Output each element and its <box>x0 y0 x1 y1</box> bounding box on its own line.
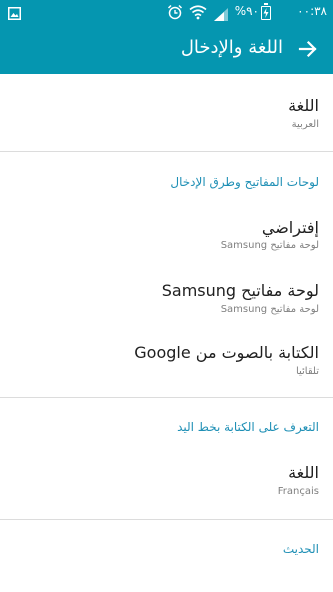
item-title: لوحة مفاتيح Samsung <box>161 281 319 300</box>
battery-charging-icon <box>261 3 271 20</box>
language-setting-item[interactable]: اللغة العربية <box>0 74 333 151</box>
handwriting-language-item[interactable]: اللغة Français <box>0 448 333 518</box>
wifi-icon <box>189 4 207 24</box>
gallery-icon <box>8 5 21 24</box>
alarm-icon <box>167 4 183 24</box>
item-title: الكتابة بالصوت من Google <box>134 343 319 362</box>
signal-icon <box>214 6 228 25</box>
item-subtitle: تلقائيا <box>295 366 319 377</box>
status-bar: %٩٠ ٠٠:٣٨ <box>0 0 333 24</box>
section-header-handwriting: التعرف على الكتابة بخط اليد <box>177 420 319 434</box>
item-subtitle: لوحة مفاتيح Samsung <box>220 304 319 315</box>
arrow-right-icon[interactable] <box>297 38 319 60</box>
keyboard-samsung-item[interactable]: لوحة مفاتيح Samsung لوحة مفاتيح Samsung <box>0 266 333 332</box>
item-subtitle: لوحة مفاتيح Samsung <box>220 240 319 251</box>
divider <box>0 397 333 398</box>
item-subtitle: Français <box>277 486 319 497</box>
divider <box>0 151 333 152</box>
item-title: اللغة <box>288 96 319 115</box>
page-title: اللغة والإدخال <box>180 37 283 58</box>
section-header-keyboards: لوحات المفاتيح وطرق الإدخال <box>170 175 319 189</box>
status-time: ٠٠:٣٨ <box>297 4 327 18</box>
keyboard-default-item[interactable]: إفتراضي لوحة مفاتيح Samsung <box>0 200 333 266</box>
item-subtitle: العربية <box>291 119 319 130</box>
app-bar: اللغة والإدخال <box>0 24 333 74</box>
battery-percentage: %٩٠ <box>234 4 259 18</box>
item-title: اللغة <box>288 463 319 482</box>
item-title: إفتراضي <box>261 218 319 237</box>
divider <box>0 519 333 520</box>
section-header-speech: الحديث <box>282 542 319 556</box>
google-voice-typing-item[interactable]: الكتابة بالصوت من Google تلقائيا <box>0 332 333 398</box>
